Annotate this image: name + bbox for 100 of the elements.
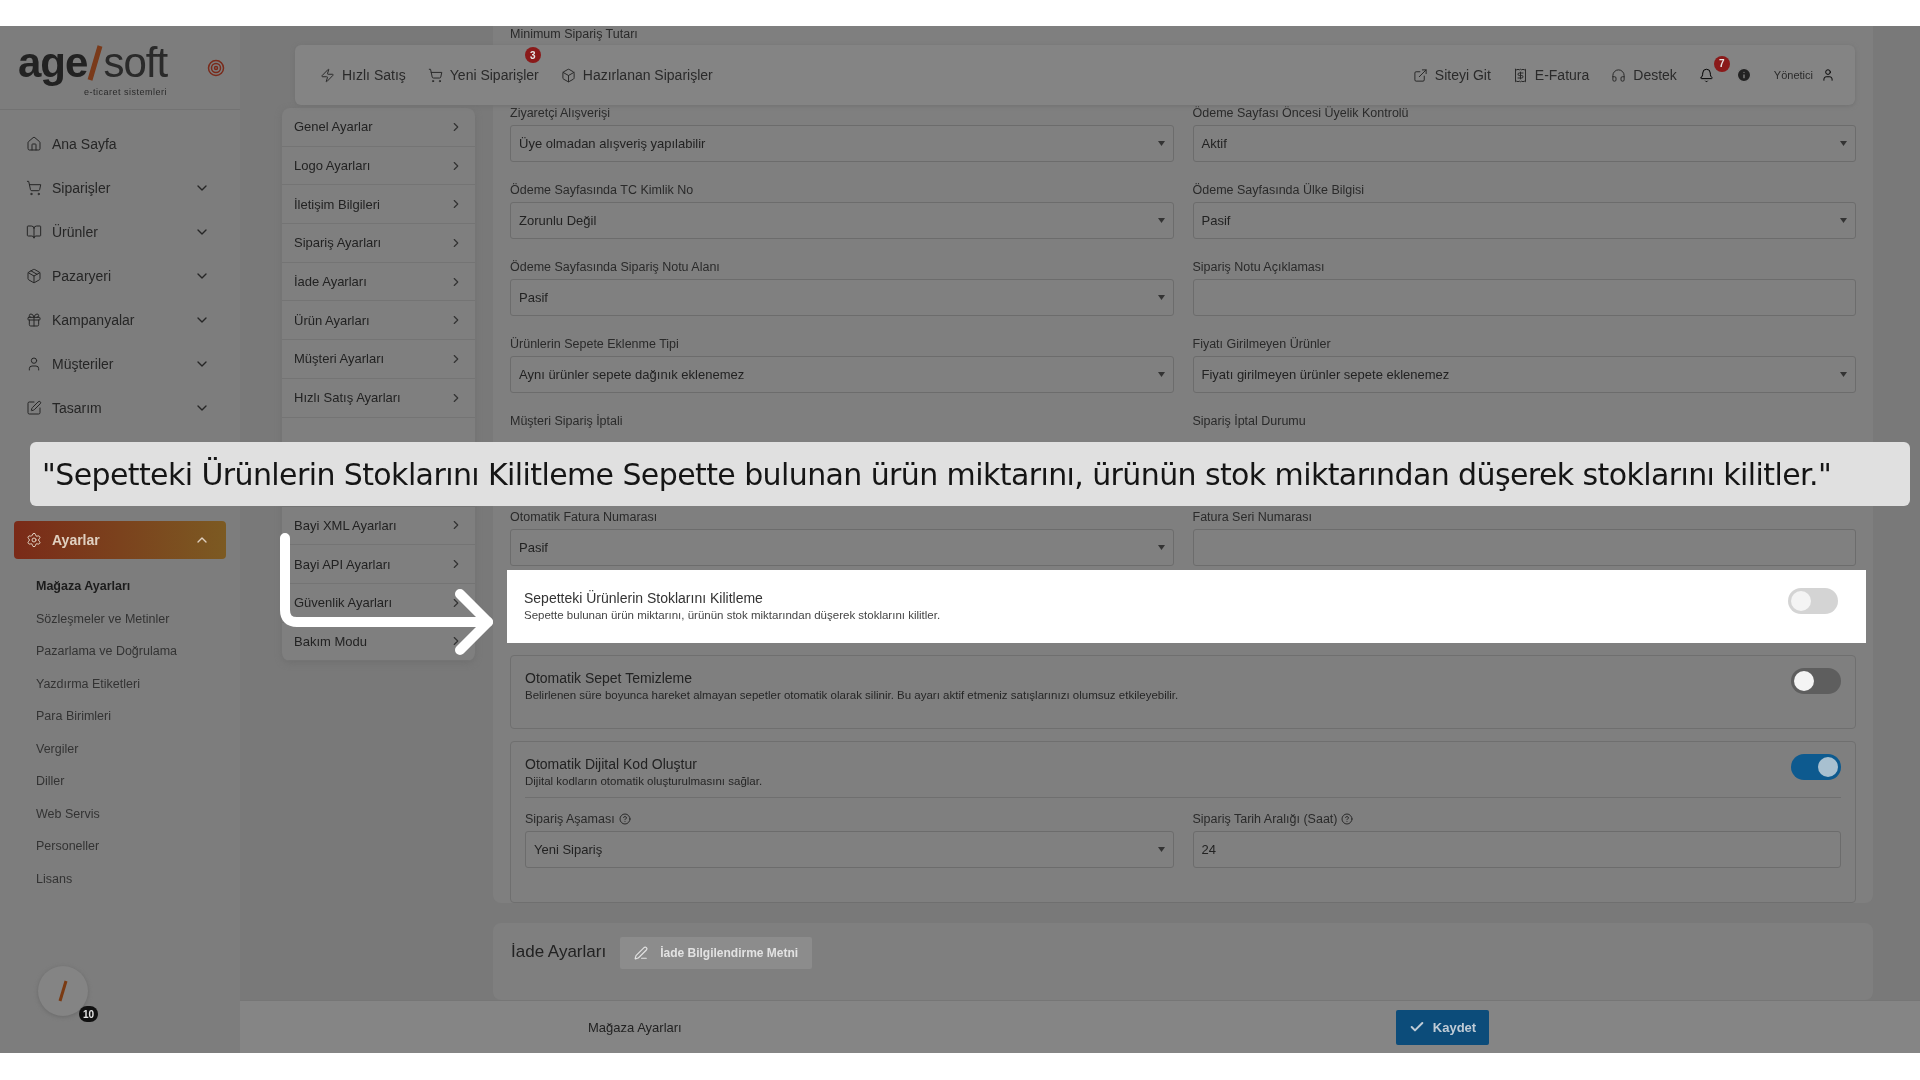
link-icon: [320, 67, 335, 83]
select-field[interactable]: Yeni Sipariş: [525, 831, 1174, 868]
setting-description: Dijital kodların otomatik oluşturulmasını sağlar.: [525, 775, 763, 787]
menu-icon: [26, 268, 42, 284]
user-name[interactable]: Yönetici: [1773, 69, 1813, 81]
toggle-switch[interactable]: [1791, 754, 1841, 780]
menu-icon: [26, 180, 42, 196]
caption-text: "Sepetteki Ürünlerin Stoklarını Kilitleme Sepette bulunan ürün miktarını, ürünün stok miktarından düşerek stoklarını kilitler.": [30, 442, 1910, 506]
menu-icon: [26, 356, 42, 372]
caret-icon: [1157, 372, 1165, 377]
settings-menu-item[interactable]: Genel Ayarlar: [282, 108, 475, 147]
select-field[interactable]: Aktif: [1192, 125, 1856, 162]
field-label: Ürünlerin Sepete Eklenme Tipi: [510, 336, 679, 352]
select-field[interactable]: Zorunlu Değil: [510, 202, 1174, 239]
setting-title: Otomatik Dijital Kod Oluştur: [525, 756, 698, 772]
link-icon: [427, 67, 443, 83]
settings-menu-item[interactable]: İade Ayarları: [282, 262, 475, 302]
field-label: Fiyatı Girilmeyen Ürünler: [1192, 336, 1331, 352]
top-bar-link[interactable]: Destek: [1611, 67, 1677, 83]
settings-menu-item[interactable]: Hızlı Satış Ayarları: [282, 378, 475, 418]
submenu-item[interactable]: Yazdırma Etiketleri: [36, 667, 226, 700]
logo-slash-icon: [87, 43, 104, 82]
logo-text: soft: [103, 38, 168, 87]
caret-icon: [1157, 141, 1165, 146]
caret-icon: [1840, 372, 1847, 377]
field-label: Ödeme Sayfasında Sipariş Notu Alanı: [510, 259, 720, 275]
sidebar-item[interactable]: Müşteriler: [14, 342, 226, 386]
target-icon[interactable]: [207, 59, 225, 77]
submenu-item[interactable]: Lisans: [36, 862, 226, 895]
toggle-switch[interactable]: [1788, 588, 1838, 614]
user-icon[interactable]: [1821, 68, 1835, 82]
caret-icon: [1840, 141, 1847, 146]
field-label: Ödeme Sayfasında Ülke Bilgisi: [1192, 182, 1365, 198]
select-field[interactable]: Fiyatı girilmeyen ürünler sepete eklenemez: [1192, 356, 1856, 393]
select-field[interactable]: Pasif: [510, 279, 1174, 316]
select-field[interactable]: Üye olmadan alışveriş yapılabilir: [510, 125, 1174, 162]
edit-button[interactable]: İade Bilgilendirme Metni: [620, 937, 813, 969]
settings-menu-item[interactable]: Güvenlik Ayarları: [282, 583, 475, 623]
top-bar-link[interactable]: Hızlı Satış: [320, 67, 406, 83]
top-bar-link[interactable]: Yeni Siparişler: [427, 67, 539, 83]
save-button[interactable]: Kaydet: [1396, 1009, 1489, 1045]
help-icon[interactable]: [618, 813, 631, 825]
caret-icon: [1840, 218, 1847, 223]
top-bar-link[interactable]: E-Fatura: [1512, 67, 1590, 83]
field-label: Sipariş İptal Durumu: [1192, 413, 1306, 429]
settings-menu-item[interactable]: Ürün Ayarları: [282, 301, 475, 341]
settings-menu-item[interactable]: Logo Ayarları: [282, 146, 475, 186]
submenu-item[interactable]: Para Birimleri: [36, 700, 226, 733]
settings-menu-item[interactable]: Sipariş Ayarları: [282, 224, 475, 263]
field-label: Sipariş Tarih Aralığı (Saat): [1192, 811, 1354, 827]
link-icon: [560, 67, 576, 83]
select-field[interactable]: Pasif: [1192, 202, 1856, 239]
sidebar-item[interactable]: Tasarım: [14, 386, 226, 430]
submenu-item[interactable]: Vergiler: [36, 732, 226, 765]
top-bar-link[interactable]: Hazırlanan Siparişler: [560, 67, 713, 83]
count-badge: 3: [524, 47, 541, 63]
submenu-item[interactable]: Sözleşmeler ve Metinler: [36, 602, 226, 635]
caret-icon: [1157, 545, 1165, 550]
settings-menu-item[interactable]: Bayi API Ayarları: [282, 545, 475, 584]
select-field[interactable]: Aynı ürünler sepete dağınık eklenemez: [510, 356, 1174, 393]
submenu-item[interactable]: Diller: [36, 765, 226, 798]
submenu-item[interactable]: Mağaza Ayarları: [36, 570, 226, 603]
top-bar-link[interactable]: Siteyi Git: [1412, 67, 1491, 83]
sidebar-item[interactable]: Pazaryeri: [14, 254, 226, 298]
toggle-switch[interactable]: [1791, 668, 1841, 694]
field-label: Minimum Sipariş Tutarı: [510, 26, 638, 42]
logo-text: age: [18, 38, 88, 87]
submenu-item[interactable]: Personeller: [36, 830, 226, 863]
caret-icon: [1157, 218, 1165, 223]
field-label: Sipariş Notu Açıklaması: [1192, 259, 1325, 275]
menu-icon: [26, 312, 42, 328]
count-badge: 7: [1713, 55, 1730, 72]
settings-menu-item[interactable]: Müşteri Ayarları: [282, 340, 475, 379]
sidebar-item[interactable]: Ürünler: [14, 210, 226, 254]
sidebar-item[interactable]: Ana Sayfa: [14, 122, 226, 166]
field-label: Sipariş Aşaması: [525, 811, 631, 827]
submenu-item[interactable]: Pazarlama ve Doğrulama: [36, 635, 226, 668]
field-label: Fatura Seri Numarası: [1192, 509, 1312, 525]
info-icon[interactable]: [1735, 67, 1752, 83]
help-icon[interactable]: [1341, 813, 1354, 825]
menu-icon: [26, 400, 42, 416]
count-badge: 10: [78, 1006, 98, 1022]
edit-icon: [634, 946, 649, 960]
caret-icon: [1157, 847, 1165, 852]
menu-icon: [26, 136, 42, 152]
input-field[interactable]: 24: [1192, 831, 1841, 868]
sidebar-item[interactable]: Ayarlar: [14, 521, 226, 559]
setting-title: Otomatik Sepet Temizleme: [525, 670, 694, 686]
field-label: Ödeme Sayfasında TC Kimlik No: [510, 182, 694, 198]
settings-menu-item[interactable]: İletişim Bilgileri: [282, 185, 475, 225]
link-icon: [1412, 67, 1428, 83]
caret-icon: [1157, 295, 1165, 300]
submenu-item[interactable]: Web Servis: [36, 797, 226, 830]
bell-icon[interactable]: [1698, 67, 1714, 83]
select-field[interactable]: Pasif: [510, 529, 1174, 566]
link-icon: [1512, 67, 1528, 83]
sidebar-item[interactable]: Siparişler: [14, 166, 226, 210]
slash-icon: [58, 980, 68, 1002]
settings-menu-item[interactable]: Bakım Modu: [282, 622, 475, 662]
sidebar-item[interactable]: Kampanyalar: [14, 298, 226, 342]
